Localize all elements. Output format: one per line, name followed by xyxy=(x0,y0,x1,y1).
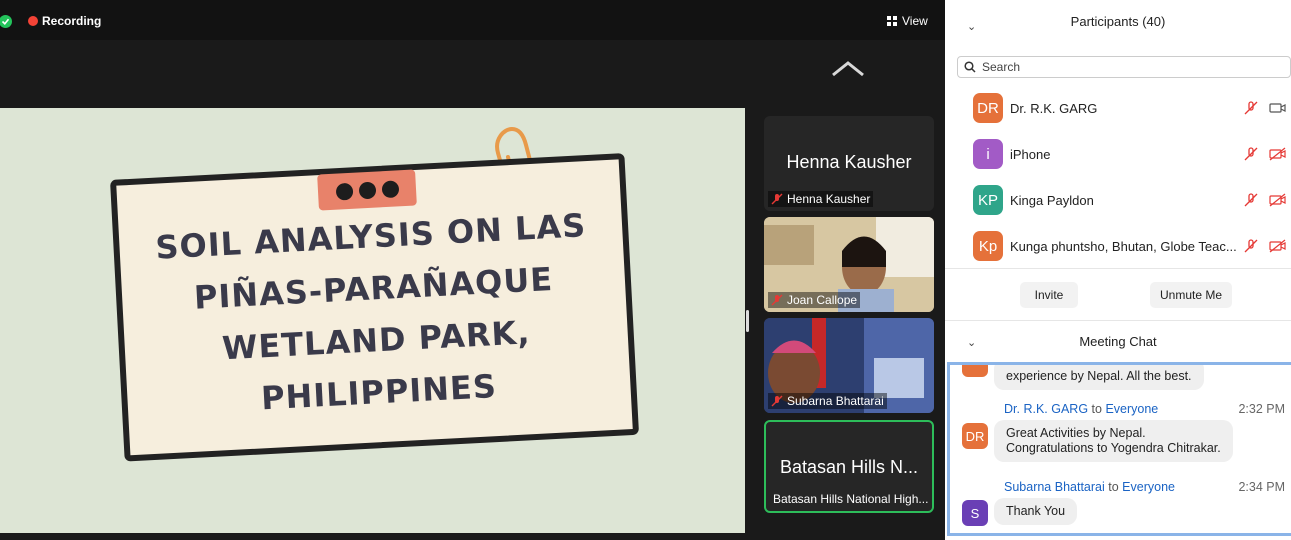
chat-message: Thank You xyxy=(994,498,1078,525)
chat-to-label: to xyxy=(1108,480,1119,494)
mic-muted-icon[interactable] xyxy=(1243,192,1259,208)
video-camera-icon[interactable] xyxy=(1269,101,1287,115)
tile-name-label: Subarna Bhattarai xyxy=(768,393,887,409)
mic-muted-icon[interactable] xyxy=(1243,146,1259,162)
video-off-icon[interactable] xyxy=(1269,147,1287,161)
mic-muted-icon xyxy=(771,395,783,407)
participant-row[interactable]: i iPhone xyxy=(973,137,1291,171)
mic-muted-icon xyxy=(771,193,783,205)
chat-recipient[interactable]: Everyone xyxy=(1105,402,1158,416)
meeting-chat-title: Meeting Chat xyxy=(1079,334,1157,349)
video-off-icon[interactable] xyxy=(1269,239,1287,253)
mic-muted-icon[interactable] xyxy=(1243,100,1259,116)
video-off-icon[interactable] xyxy=(1269,193,1287,207)
mic-muted-icon xyxy=(771,294,783,306)
invite-button[interactable]: Invite xyxy=(1020,282,1078,308)
chat-timestamp: 2:32 PM xyxy=(1238,402,1285,416)
divider xyxy=(945,320,1291,321)
video-tile[interactable]: Subarna Bhattarai xyxy=(764,318,934,413)
participant-row[interactable]: DR Dr. R.K. GARG xyxy=(973,91,1291,125)
recording-dot-icon xyxy=(28,16,38,26)
view-grid-icon xyxy=(887,16,897,26)
chat-recipient[interactable]: Everyone xyxy=(1122,480,1175,494)
participants-title: Participants (40) xyxy=(1070,14,1166,29)
participant-name: Subarna Bhattarai xyxy=(787,394,884,408)
slide-title: SOIL ANALYSIS ON LAS PIÑAS-PARAÑAQUE WET… xyxy=(154,206,588,418)
chat-timestamp: 2:34 PM xyxy=(1238,480,1285,494)
unmute-me-button[interactable]: Unmute Me xyxy=(1150,282,1232,308)
video-tile[interactable]: Joan Callope xyxy=(764,217,934,312)
meeting-topbar: Recording View xyxy=(0,0,945,40)
chat-message-line: Great Activities by Nepal. xyxy=(1006,426,1146,440)
participant-name: Dr. R.K. GARG xyxy=(1010,100,1098,116)
search-placeholder: Search xyxy=(982,60,1021,74)
chat-message: Great Activities by Nepal. Congratulatio… xyxy=(994,420,1233,462)
chevron-up-icon[interactable] xyxy=(830,58,866,80)
chat-to-label: to xyxy=(1091,402,1102,416)
slide-tab-dots xyxy=(317,169,417,211)
participant-name: Kinga Payldon xyxy=(1010,192,1094,208)
chat-message-header: Subarna Bhattarai to Everyone xyxy=(1004,480,1175,494)
meeting-area: Recording View SOIL ANALYSIS ON LAS PIÑA… xyxy=(0,0,945,540)
security-shield-icon[interactable] xyxy=(0,15,12,28)
view-label: View xyxy=(902,14,928,28)
avatar: i xyxy=(973,139,1003,169)
chat-sender[interactable]: Subarna Bhattarai xyxy=(1004,480,1105,494)
recording-indicator[interactable]: Recording xyxy=(28,14,101,28)
tile-name-label: Henna Kausher xyxy=(768,191,874,207)
side-panel: ⌄ Participants (40) Search DR Dr. R.K. G… xyxy=(945,0,1291,540)
participant-row[interactable]: Kp Kunga phuntsho, Bhutan, Globe Teac... xyxy=(973,229,1291,263)
avatar: DR xyxy=(962,423,988,449)
video-tile[interactable]: Henna Kausher Henna Kausher xyxy=(764,116,934,211)
avatar: DR xyxy=(973,93,1003,123)
tile-display-name: Henna Kausher xyxy=(786,152,912,172)
mic-muted-icon[interactable] xyxy=(1243,238,1259,254)
avatar xyxy=(962,365,988,377)
video-tile-active-speaker[interactable]: Batasan Hills N... Batasan Hills Nationa… xyxy=(764,420,934,513)
chat-messages[interactable]: experience by Nepal. All the best. Dr. R… xyxy=(947,362,1291,536)
avatar: S xyxy=(962,500,988,526)
participant-row[interactable]: KP Kinga Payldon xyxy=(973,183,1291,217)
search-icon xyxy=(964,61,976,73)
resize-handle[interactable] xyxy=(746,310,749,332)
chat-message-line: Congratulations to Yogendra Chitrakar. xyxy=(1006,441,1221,455)
tile-name-label: Joan Callope xyxy=(768,292,861,308)
participant-name: iPhone xyxy=(1010,146,1051,162)
recording-label: Recording xyxy=(42,14,102,28)
avatar: Kp xyxy=(973,231,1003,261)
tile-name-label: Batasan Hills National High... xyxy=(770,491,931,507)
participant-search-input[interactable]: Search xyxy=(957,56,1291,78)
divider xyxy=(945,268,1291,269)
participant-name: Kunga phuntsho, Bhutan, Globe Teac... xyxy=(1010,238,1237,254)
tile-display-name: Batasan Hills N... xyxy=(779,457,919,477)
participant-name: Batasan Hills National High... xyxy=(773,492,929,506)
avatar: KP xyxy=(973,185,1003,215)
view-button[interactable]: View xyxy=(887,14,928,28)
chat-message: experience by Nepal. All the best. xyxy=(994,365,1204,390)
participant-name: Henna Kausher xyxy=(787,192,871,206)
chat-message-header: Dr. R.K. GARG to Everyone xyxy=(1004,402,1158,416)
chat-sender[interactable]: Dr. R.K. GARG xyxy=(1004,402,1088,416)
participant-name: Joan Callope xyxy=(787,293,858,307)
